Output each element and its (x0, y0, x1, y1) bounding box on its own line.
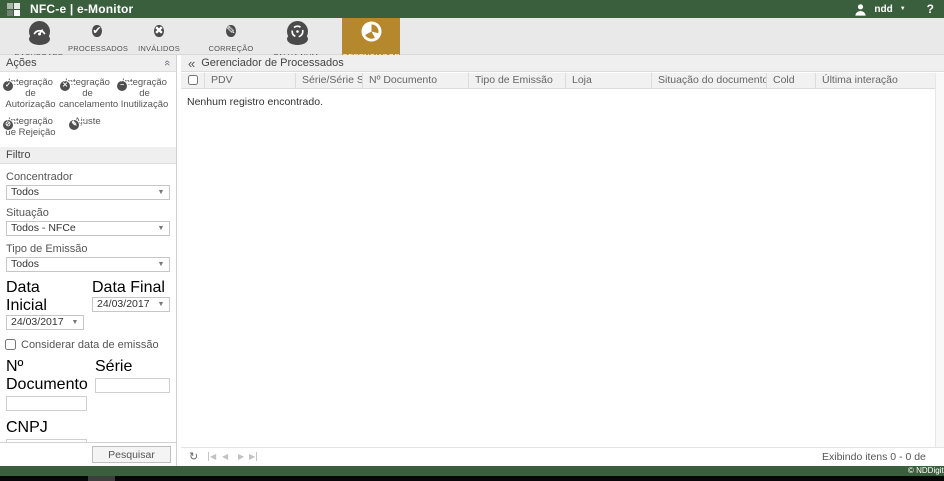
tab-invalidos[interactable]: ✖ INVÁLIDOS (130, 18, 188, 55)
tab-invalidos-label: INVÁLIDOS (138, 44, 180, 53)
data-final-label: Data Final (92, 278, 165, 296)
data-inicial-picker[interactable]: 24/03/2017 ▼ (6, 314, 84, 330)
chevron-down-icon: ▼ (71, 318, 79, 326)
data-inicial-label: Data Inicial (6, 278, 47, 314)
collapse-actions-icon[interactable]: « (159, 60, 175, 66)
column-header-loja[interactable]: Loja (566, 73, 652, 88)
dial-circle-icon (286, 21, 308, 45)
sidebar-footer: Pesquisar (0, 442, 176, 466)
help-button[interactable]: ? (927, 2, 934, 16)
sidebar: Ações « ✓ Integração de Autorização ✕ In… (0, 55, 177, 476)
panel-title: Gerenciador de Processados (201, 57, 344, 69)
top-bar: NFC-e | e-Monitor ndd ▼ ? (0, 0, 944, 18)
app-title: NFC-e | e-Monitor (30, 2, 134, 16)
chevron-down-icon: ▼ (157, 188, 165, 196)
check-circle-icon: ✔ (92, 25, 102, 37)
data-final-picker[interactable]: 24/03/2017 ▼ (92, 296, 170, 312)
situacao-label: Situação (6, 206, 49, 219)
column-header-cold[interactable]: Cold (767, 73, 816, 88)
first-page-icon[interactable]: ◀ (208, 452, 217, 461)
select-all-checkbox[interactable] (187, 75, 198, 85)
gauge-icon (28, 21, 50, 45)
filter-panel-header: Filtro (0, 146, 176, 164)
chevron-down-icon: ▼ (157, 260, 165, 268)
action-integracao-inutilizacao[interactable]: − Integração de Inutilização (116, 77, 173, 111)
tab-dashboard[interactable]: DASHBOARD (10, 18, 68, 61)
collapse-sidebar-icon[interactable]: « (181, 56, 201, 71)
num-documento-label: Nº Documento (6, 357, 88, 393)
actions-panel-header: Ações « (0, 55, 176, 72)
select-all-cell (181, 73, 205, 88)
tab-falha-num[interactable]: FALHA NUM. (268, 18, 326, 61)
bottom-edge-strip (0, 476, 944, 481)
actions-title: Ações (6, 57, 37, 69)
grid-header-row: PDV Série/Série SAT Nº Documento Tipo de… (181, 73, 935, 89)
action-integracao-cancelamento[interactable]: ✕ Integração de cancelamento (59, 77, 118, 111)
pencil-circle-icon: ✎ (226, 25, 236, 37)
tab-processados-label: PROCESSADOS (68, 44, 129, 53)
column-header-pdv[interactable]: PDV (205, 73, 296, 88)
considerar-data-label: Considerar data de emissão (21, 338, 159, 351)
column-header-num-documento[interactable]: Nº Documento (363, 73, 469, 88)
actions-grid: ✓ Integração de Autorização ✕ Integração… (0, 72, 176, 147)
user-icon (855, 3, 866, 16)
action-integracao-autorizacao[interactable]: ✓ Integração de Autorização (2, 77, 59, 111)
pagination-status: Exibindo itens 0 - 0 de (822, 451, 926, 463)
refresh-icon[interactable]: ↻ (189, 450, 198, 463)
gerenciador-panel: « Gerenciador de Processados PDV Série/S… (181, 55, 944, 466)
x-circle-icon: ✖ (154, 25, 164, 37)
considerar-data-checkbox[interactable] (5, 339, 16, 351)
column-header-situacao-documento[interactable]: Situação do documento (652, 73, 767, 88)
chevron-down-icon: ▼ (157, 300, 165, 308)
column-header-tipo-emissao[interactable]: Tipo de Emissão (469, 73, 566, 88)
vertical-scrollbar[interactable] (935, 73, 944, 447)
column-header-serie-serie-sat[interactable]: Série/Série SAT (296, 73, 363, 88)
column-header-ultima-interacao[interactable]: Última interação (816, 73, 935, 88)
tab-correcao-label: CORREÇÃO (208, 44, 254, 53)
serie-input[interactable] (95, 378, 170, 394)
concentrador-select[interactable]: Todos ▼ (6, 184, 170, 200)
user-menu[interactable]: ndd (874, 4, 892, 15)
tab-correcao[interactable]: ✎ CORREÇÃO (202, 18, 260, 55)
pie-circle-icon (361, 21, 382, 45)
pesquisar-button[interactable]: Pesquisar (92, 446, 171, 463)
tab-processados[interactable]: ✔ PROCESSADOS (68, 18, 129, 55)
tab-gerenciador[interactable]: GERENCIADOR (342, 18, 400, 61)
concentrador-label: Concentrador (6, 170, 73, 183)
ndd-logo-icon (7, 2, 20, 16)
status-bar: © NDDigital (0, 466, 944, 476)
main-toolbar: DASHBOARD ✔ PROCESSADOS ✖ INVÁLIDOS ✎ CO… (0, 18, 944, 61)
situacao-select[interactable]: Todos - NFCe ▼ (6, 220, 170, 236)
action-ajuste[interactable]: ✎ Ajuste (59, 116, 116, 139)
last-page-icon[interactable]: ▶ (249, 452, 258, 461)
previous-page-icon[interactable]: ◀ (222, 452, 228, 461)
next-page-icon[interactable]: ▶ (238, 452, 244, 461)
user-menu-caret-icon[interactable]: ▼ (900, 6, 906, 12)
action-integracao-rejeicao[interactable]: ⊘ Integração de Rejeição (2, 116, 59, 139)
empty-results-message: Nenhum registro encontrado. (187, 96, 323, 108)
filter-title: Filtro (6, 148, 31, 161)
copyright-text: © NDDigital (908, 466, 944, 475)
tipo-emissao-select[interactable]: Todos ▼ (6, 256, 170, 272)
cnpj-label: CNPJ (6, 418, 48, 436)
chevron-down-icon: ▼ (157, 224, 165, 232)
tipo-emissao-label: Tipo de Emissão (6, 242, 88, 255)
num-documento-input[interactable] (6, 396, 87, 412)
pagination-bar: ↻ ◀ ◀ ▶ ▶ Exibindo itens 0 - 0 de (181, 447, 944, 466)
serie-label: Série (95, 357, 133, 375)
e-monitor-window: NFC-e | e-Monitor ndd ▼ ? DASHBOARD (0, 0, 944, 481)
panel-header: « Gerenciador de Processados (181, 55, 944, 72)
